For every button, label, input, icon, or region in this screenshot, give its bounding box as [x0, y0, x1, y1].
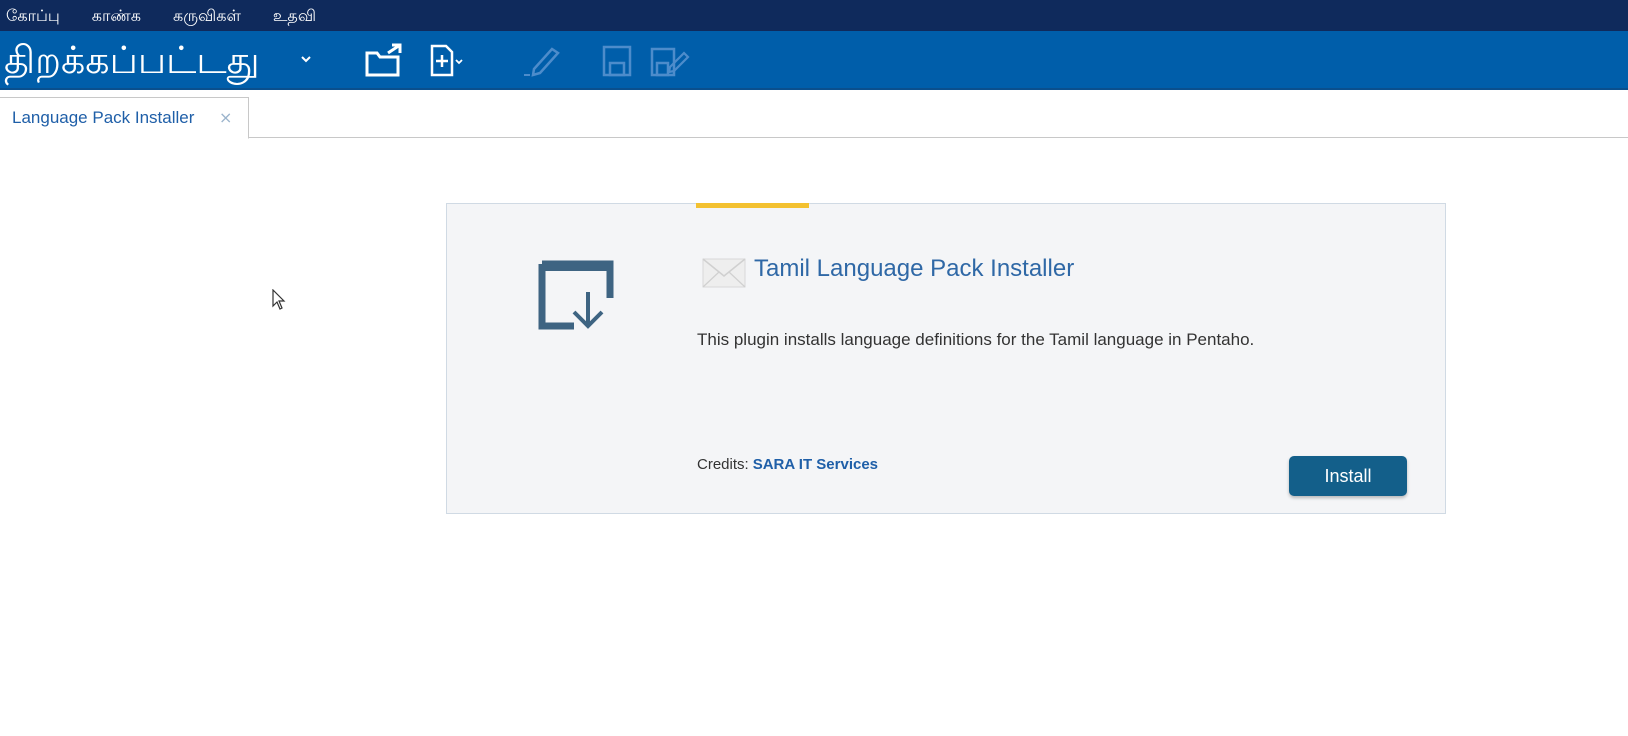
- main-toolbar: திறக்கப்பட்டது: [0, 31, 1628, 90]
- chevron-down-icon[interactable]: [300, 53, 312, 65]
- close-icon[interactable]: ×: [219, 108, 232, 127]
- plugin-description: This plugin installs language definition…: [697, 330, 1255, 349]
- tab-label: Language Pack Installer: [12, 108, 195, 127]
- envelope-icon: [702, 258, 746, 288]
- plugin-credits: Credits: SARA IT Services: [697, 456, 878, 473]
- save-as-icon: [650, 47, 690, 77]
- menu-help[interactable]: உதவி: [273, 2, 316, 29]
- tab-bar: Language Pack Installer ×: [0, 92, 1628, 139]
- tab-language-pack-installer[interactable]: Language Pack Installer ×: [0, 97, 249, 139]
- plugin-title: Tamil Language Pack Installer: [754, 255, 1075, 282]
- edit-icon: [524, 47, 560, 77]
- menu-bar: கோப்பு காண்க கருவிகள் உதவி: [0, 0, 1628, 31]
- card-accent-bar: [696, 203, 809, 208]
- save-icon: [602, 45, 632, 77]
- perspective-selector[interactable]: திறக்கப்பட்டது: [4, 34, 260, 86]
- install-button[interactable]: Install: [1289, 456, 1407, 496]
- menu-tools[interactable]: கருவிகள்: [173, 2, 241, 29]
- credits-label: Credits:: [697, 456, 749, 473]
- install-download-icon: [538, 260, 614, 330]
- credits-link[interactable]: SARA IT Services: [753, 456, 878, 473]
- mouse-cursor-icon: [272, 289, 286, 310]
- menu-file[interactable]: கோப்பு: [6, 2, 60, 29]
- menu-view[interactable]: காண்க: [92, 2, 141, 29]
- new-file-icon[interactable]: [428, 43, 468, 79]
- open-folder-icon[interactable]: [364, 43, 404, 79]
